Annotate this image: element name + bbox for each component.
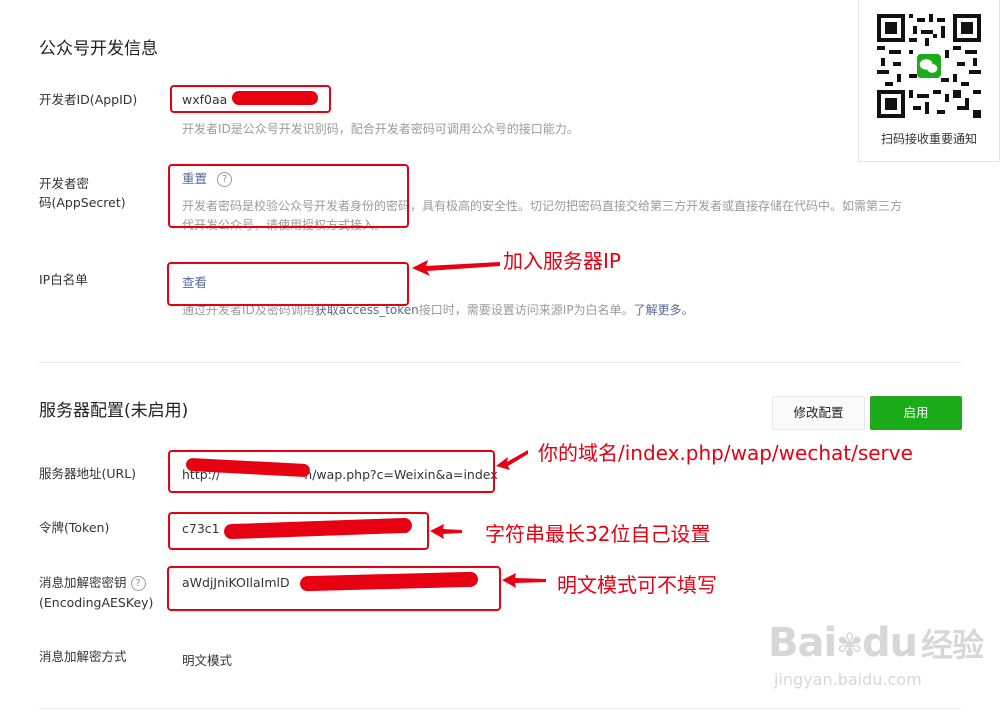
- watermark-brand-cn: 经验: [921, 626, 984, 664]
- paw-icon: ✾: [836, 626, 863, 664]
- ip-whitelist-label: IP白名单: [39, 272, 88, 287]
- encrypt-mode-value: 明文模式: [182, 653, 233, 668]
- qr-code-icon: [877, 14, 981, 118]
- modify-config-button[interactable]: 修改配置: [772, 396, 865, 430]
- baidu-watermark: Bai✾du 经验: [768, 620, 984, 666]
- aeskey-label-line2: (EncodingAESKey): [39, 595, 154, 610]
- annotation-arrow-token: [430, 524, 462, 539]
- aeskey-label-line1-wrap: 消息加解密密钥 ?: [39, 572, 146, 594]
- annotation-box-url: [168, 450, 495, 493]
- annotation-box-appsecret: [168, 164, 409, 228]
- section-title-server-config: 服务器配置(未启用): [39, 401, 189, 421]
- annotation-text-url: 你的域名/index.php/wap/wechat/serve: [538, 441, 913, 465]
- qr-card: 扫码接收重要通知: [858, 0, 1000, 162]
- help-icon[interactable]: ?: [130, 576, 146, 591]
- annotation-arrow-url: [496, 450, 528, 470]
- annotation-text-aes: 明文模式可不填写: [557, 573, 717, 597]
- bottom-divider: [39, 708, 961, 709]
- watermark-brand: Bai: [768, 620, 837, 666]
- ip-hint-middle: 接口时，需要设置访问来源IP为白名单。: [418, 303, 634, 317]
- annotation-text-ip: 加入服务器IP: [503, 249, 621, 273]
- annotation-arrow-ip: [412, 260, 500, 276]
- appsecret-label-line2: 码(AppSecret): [39, 195, 126, 210]
- annotation-box-appid: [170, 85, 331, 113]
- annotation-text-token: 字符串最长32位自己设置: [485, 522, 711, 546]
- annotation-box-token: [168, 512, 429, 550]
- watermark-brand2: du: [862, 620, 918, 666]
- annotation-arrow-aes: [502, 573, 546, 588]
- watermark-site: jingyan.baidu.com: [774, 670, 922, 689]
- section-divider: [39, 362, 961, 363]
- enable-button[interactable]: 启用: [870, 396, 962, 430]
- encrypt-mode-label: 消息加解密方式: [39, 649, 127, 664]
- token-label: 令牌(Token): [39, 520, 110, 535]
- aeskey-label-line1: 消息加解密密钥: [39, 575, 127, 590]
- annotation-box-ip: [167, 262, 409, 306]
- appid-hint: 开发者ID是公众号开发识别码，配合开发者密码可调用公众号的接口能力。: [182, 122, 579, 136]
- appid-label: 开发者ID(AppID): [39, 92, 138, 107]
- learn-more-link[interactable]: 了解更多。: [634, 303, 694, 317]
- section-title-dev-info: 公众号开发信息: [39, 39, 158, 59]
- annotation-box-aeskey: [167, 566, 501, 611]
- qr-caption: 扫码接收重要通知: [880, 132, 977, 146]
- server-url-label: 服务器地址(URL): [39, 466, 137, 481]
